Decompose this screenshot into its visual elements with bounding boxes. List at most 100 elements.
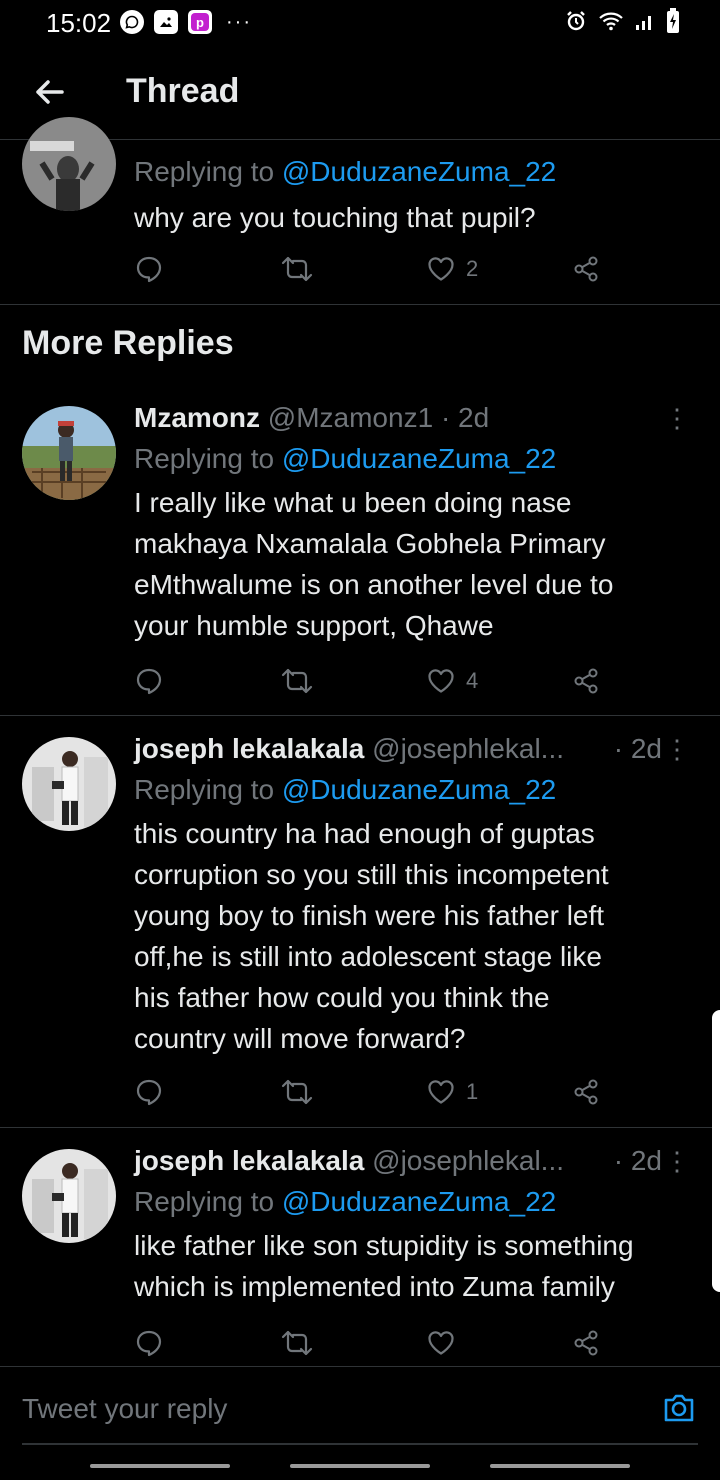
retweet-button[interactable] [280, 1325, 314, 1361]
status-bar: 15:02 p ··· [0, 0, 720, 46]
tweet-text-line: his father how could you think the [134, 982, 550, 1013]
display-name[interactable]: joseph lekalakala [134, 733, 364, 764]
camera-button[interactable] [660, 1389, 698, 1427]
handle[interactable]: @josephlekal... [372, 733, 564, 764]
share-icon [574, 1079, 598, 1105]
mention-link[interactable]: @DuduzaneZuma_22 [282, 443, 556, 474]
tweet[interactable]: Mzamonz @Mzamonz1 · 2d ⋮ Replying to @Du… [0, 390, 720, 716]
timestamp[interactable]: 2d [631, 1145, 662, 1176]
more-notifications-icon: ··· [226, 11, 252, 33]
reply-button[interactable] [134, 663, 164, 699]
like-button[interactable]: 2 [426, 251, 478, 287]
comment-icon [136, 256, 162, 283]
reply-bar [0, 1366, 720, 1446]
reply-button[interactable] [134, 1074, 164, 1110]
comment-icon [136, 668, 162, 695]
share-button[interactable] [572, 1074, 602, 1110]
like-count: 2 [466, 256, 479, 281]
nav-home-line[interactable] [290, 1464, 430, 1468]
avatar[interactable] [22, 406, 116, 500]
whatsapp-icon [120, 10, 144, 34]
tweet-header: Mzamonz @Mzamonz1 · 2d ⋮ [134, 398, 700, 438]
tweet-text-line: makhaya Nxamalala Gobhela Primary [134, 528, 606, 559]
comment-icon [136, 1330, 162, 1357]
share-icon [574, 1330, 598, 1356]
navigation-bar [0, 1446, 720, 1480]
share-button[interactable] [572, 1325, 602, 1361]
mention-link[interactable]: @DuduzaneZuma_22 [282, 1186, 556, 1217]
more-options-icon[interactable]: ⋮ [664, 398, 690, 438]
nav-recents-line[interactable] [90, 1464, 230, 1468]
alarm-icon [567, 11, 585, 31]
retweet-icon [281, 1330, 313, 1356]
display-name[interactable]: Mzamonz [134, 402, 260, 433]
like-button[interactable]: 4 [426, 663, 478, 699]
notification-icons: p ··· [120, 10, 252, 34]
reply-input[interactable] [22, 1387, 622, 1431]
tweet-text-line: which is implemented into Zuma family [134, 1271, 615, 1302]
tweet-text-line: corruption so you still this incompetent [134, 859, 609, 890]
gallery-icon [154, 10, 178, 34]
battery-icon [667, 8, 679, 33]
tweet-actions: 4 [134, 663, 614, 699]
replying-to: Replying to @DuduzaneZuma_22 [134, 443, 557, 474]
separator: · [613, 733, 624, 764]
svg-text:p: p [196, 15, 204, 30]
tweet-text-line: eMthwalume is on another level due to [134, 569, 614, 600]
signal-icon [636, 16, 651, 30]
tweet[interactable]: joseph lekalakala @josephlekal... · 2d ⋮… [0, 1129, 720, 1366]
tweet-text-line: like father like son stupidity is someth… [134, 1230, 634, 1261]
share-icon [574, 668, 598, 694]
like-button[interactable]: 1 [426, 1074, 478, 1110]
mention-link[interactable]: @DuduzaneZuma_22 [282, 774, 556, 805]
like-count: 1 [466, 1079, 479, 1104]
back-button[interactable] [28, 70, 72, 114]
tweet-text-line: off,he is still into adolescent stage li… [134, 941, 602, 972]
share-button[interactable] [572, 251, 602, 287]
share-button[interactable] [572, 663, 602, 699]
tweet-text-line: young boy to finish were his father left [134, 900, 605, 931]
replying-to: Replying to @DuduzaneZuma_22 [134, 774, 557, 805]
nav-back-line[interactable] [490, 1464, 630, 1468]
tweet-text: like father like son stupidity is someth… [134, 1225, 700, 1307]
separator: · [440, 402, 451, 433]
avatar[interactable] [22, 737, 116, 831]
camera-icon [664, 1394, 694, 1422]
reply-input-underline [22, 1443, 698, 1445]
p-app-icon: p [188, 10, 212, 34]
avatar[interactable] [22, 1149, 116, 1243]
reply-button[interactable] [134, 251, 164, 287]
retweet-button[interactable] [280, 1074, 314, 1110]
timestamp[interactable]: 2d [458, 402, 489, 433]
mention-link[interactable]: @DuduzaneZuma_22 [282, 156, 556, 187]
reply-button[interactable] [134, 1325, 164, 1361]
system-icons [564, 8, 680, 34]
avatar[interactable] [22, 117, 116, 211]
display-name[interactable]: joseph lekalakala [134, 1145, 364, 1176]
tweet-text: why are you touching that pupil? [134, 202, 536, 233]
replying-to: Replying to @DuduzaneZuma_22 [134, 1186, 557, 1217]
handle[interactable]: @josephlekal... [372, 1145, 564, 1176]
partial-tweet[interactable]: Replying to @DuduzaneZuma_22 why are you… [0, 117, 720, 305]
handle[interactable]: @Mzamonz1 [268, 402, 433, 433]
more-options-icon[interactable]: ⋮ [664, 729, 690, 769]
tweet[interactable]: joseph lekalakala @josephlekal... · 2d ⋮… [0, 717, 720, 1128]
edge-panel-handle[interactable] [712, 1010, 720, 1292]
tweet-text-line: country will move forward? [134, 1023, 466, 1054]
wifi-icon [599, 12, 623, 31]
like-button[interactable] [426, 1325, 466, 1361]
tweet-text: this country ha had enough of guptas cor… [134, 813, 700, 1059]
share-icon [574, 256, 598, 282]
more-options-icon[interactable]: ⋮ [664, 1141, 690, 1181]
tweet-text: I really like what u been doing nase mak… [134, 482, 700, 646]
tweet-text-line: this country ha had enough of guptas [134, 818, 595, 849]
replying-to: Replying to @DuduzaneZuma_22 [134, 156, 557, 187]
app-header: Thread [0, 46, 720, 140]
tweet-header: joseph lekalakala @josephlekal... · 2d ⋮ [134, 1141, 700, 1181]
timestamp[interactable]: 2d [631, 733, 662, 764]
tweet-actions: 1 [134, 1074, 614, 1110]
heart-icon [428, 669, 454, 693]
tweet-actions: 2 [134, 251, 614, 287]
retweet-button[interactable] [280, 251, 314, 287]
retweet-button[interactable] [280, 663, 314, 699]
